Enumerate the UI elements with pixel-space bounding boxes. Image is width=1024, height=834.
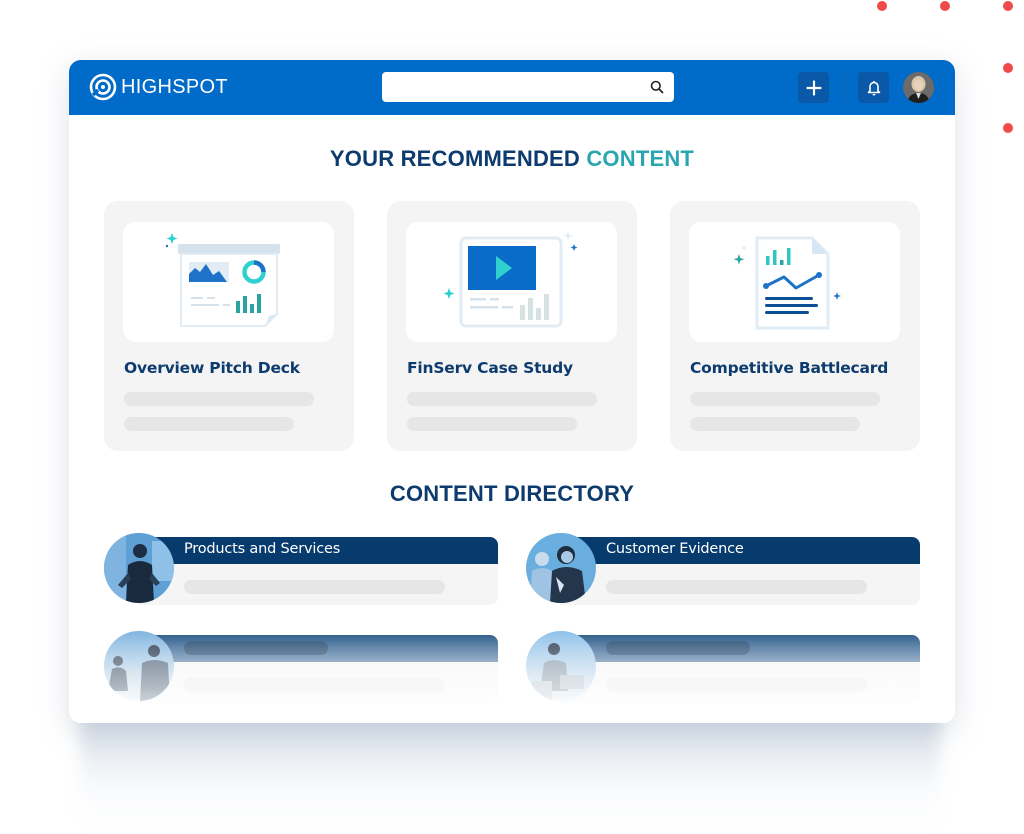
skeleton-title xyxy=(606,641,750,655)
directory-item[interactable]: Products and Services xyxy=(104,533,502,605)
decor-dot xyxy=(1003,63,1013,73)
customers-photo xyxy=(526,533,596,603)
decor-dot xyxy=(940,1,950,11)
user-avatar[interactable] xyxy=(903,72,934,103)
meeting-photo xyxy=(104,631,174,701)
directory-item-title[interactable]: Customer Evidence xyxy=(606,541,744,557)
decor-dot xyxy=(1003,1,1013,11)
top-navigation-bar: HIGHSPOT xyxy=(69,60,955,115)
card-title[interactable]: Competitive Battlecard xyxy=(690,359,888,377)
skeleton-line xyxy=(606,580,867,594)
skeleton-line xyxy=(124,417,294,431)
recommended-heading: YOUR RECOMMENDED CONTENT xyxy=(69,146,955,172)
card-title[interactable]: Overview Pitch Deck xyxy=(124,359,300,377)
card-thumbnail xyxy=(406,222,617,342)
bell-icon xyxy=(867,80,880,95)
directory-item[interactable] xyxy=(104,631,502,703)
skeleton-title xyxy=(184,641,328,655)
presenter-photo xyxy=(104,533,174,603)
video-play-icon xyxy=(443,231,578,328)
toolbar-divider xyxy=(844,73,845,102)
plus-icon xyxy=(805,79,822,96)
directory-heading: CONTENT DIRECTORY xyxy=(389,481,635,506)
presentation-icon xyxy=(165,233,280,327)
skeleton-line xyxy=(407,417,577,431)
skeleton-line xyxy=(184,580,445,594)
card-thumbnail xyxy=(689,222,900,342)
directory-item[interactable]: Customer Evidence xyxy=(526,533,924,605)
skeleton-line xyxy=(690,392,880,406)
skeleton-line xyxy=(690,417,860,431)
content-card[interactable]: Competitive Battlecard xyxy=(670,201,920,451)
skeleton-line xyxy=(606,678,867,692)
phone-call-photo xyxy=(526,631,596,701)
content-card[interactable]: FinServ Case Study xyxy=(387,201,637,451)
skeleton-line xyxy=(124,392,314,406)
directory-item-body: Customer Evidence xyxy=(560,537,920,605)
card-title[interactable]: FinServ Case Study xyxy=(407,359,573,377)
search-icon[interactable] xyxy=(650,80,664,94)
brand-name: HIGHSPOT xyxy=(121,75,228,98)
recommended-heading-accent: CONTENT xyxy=(586,146,695,171)
directory-item-body xyxy=(560,635,920,703)
search-box[interactable] xyxy=(382,72,674,102)
highspot-logo-icon xyxy=(89,73,117,101)
content-card[interactable]: Overview Pitch Deck xyxy=(104,201,354,451)
decor-dot xyxy=(1003,123,1013,133)
search-input[interactable] xyxy=(382,72,674,102)
directory-item-title[interactable]: Products and Services xyxy=(184,541,340,557)
notifications-button[interactable] xyxy=(858,72,889,103)
skeleton-line xyxy=(184,678,445,692)
document-chart-icon xyxy=(733,236,841,330)
user-photo-icon xyxy=(903,72,934,103)
add-button[interactable] xyxy=(798,72,829,103)
directory-item-body: Products and Services xyxy=(138,537,498,605)
skeleton-line xyxy=(407,392,597,406)
card-thumbnail xyxy=(123,222,334,342)
directory-item-body xyxy=(138,635,498,703)
app-window: HIGHSPOT YOUR RECOMMENDED CONTENT Overvi… xyxy=(69,60,955,723)
directory-item[interactable] xyxy=(526,631,924,703)
decor-dot xyxy=(877,1,887,11)
recommended-heading-main: YOUR RECOMMENDED xyxy=(329,146,581,171)
brand-logo[interactable]: HIGHSPOT xyxy=(89,73,228,101)
